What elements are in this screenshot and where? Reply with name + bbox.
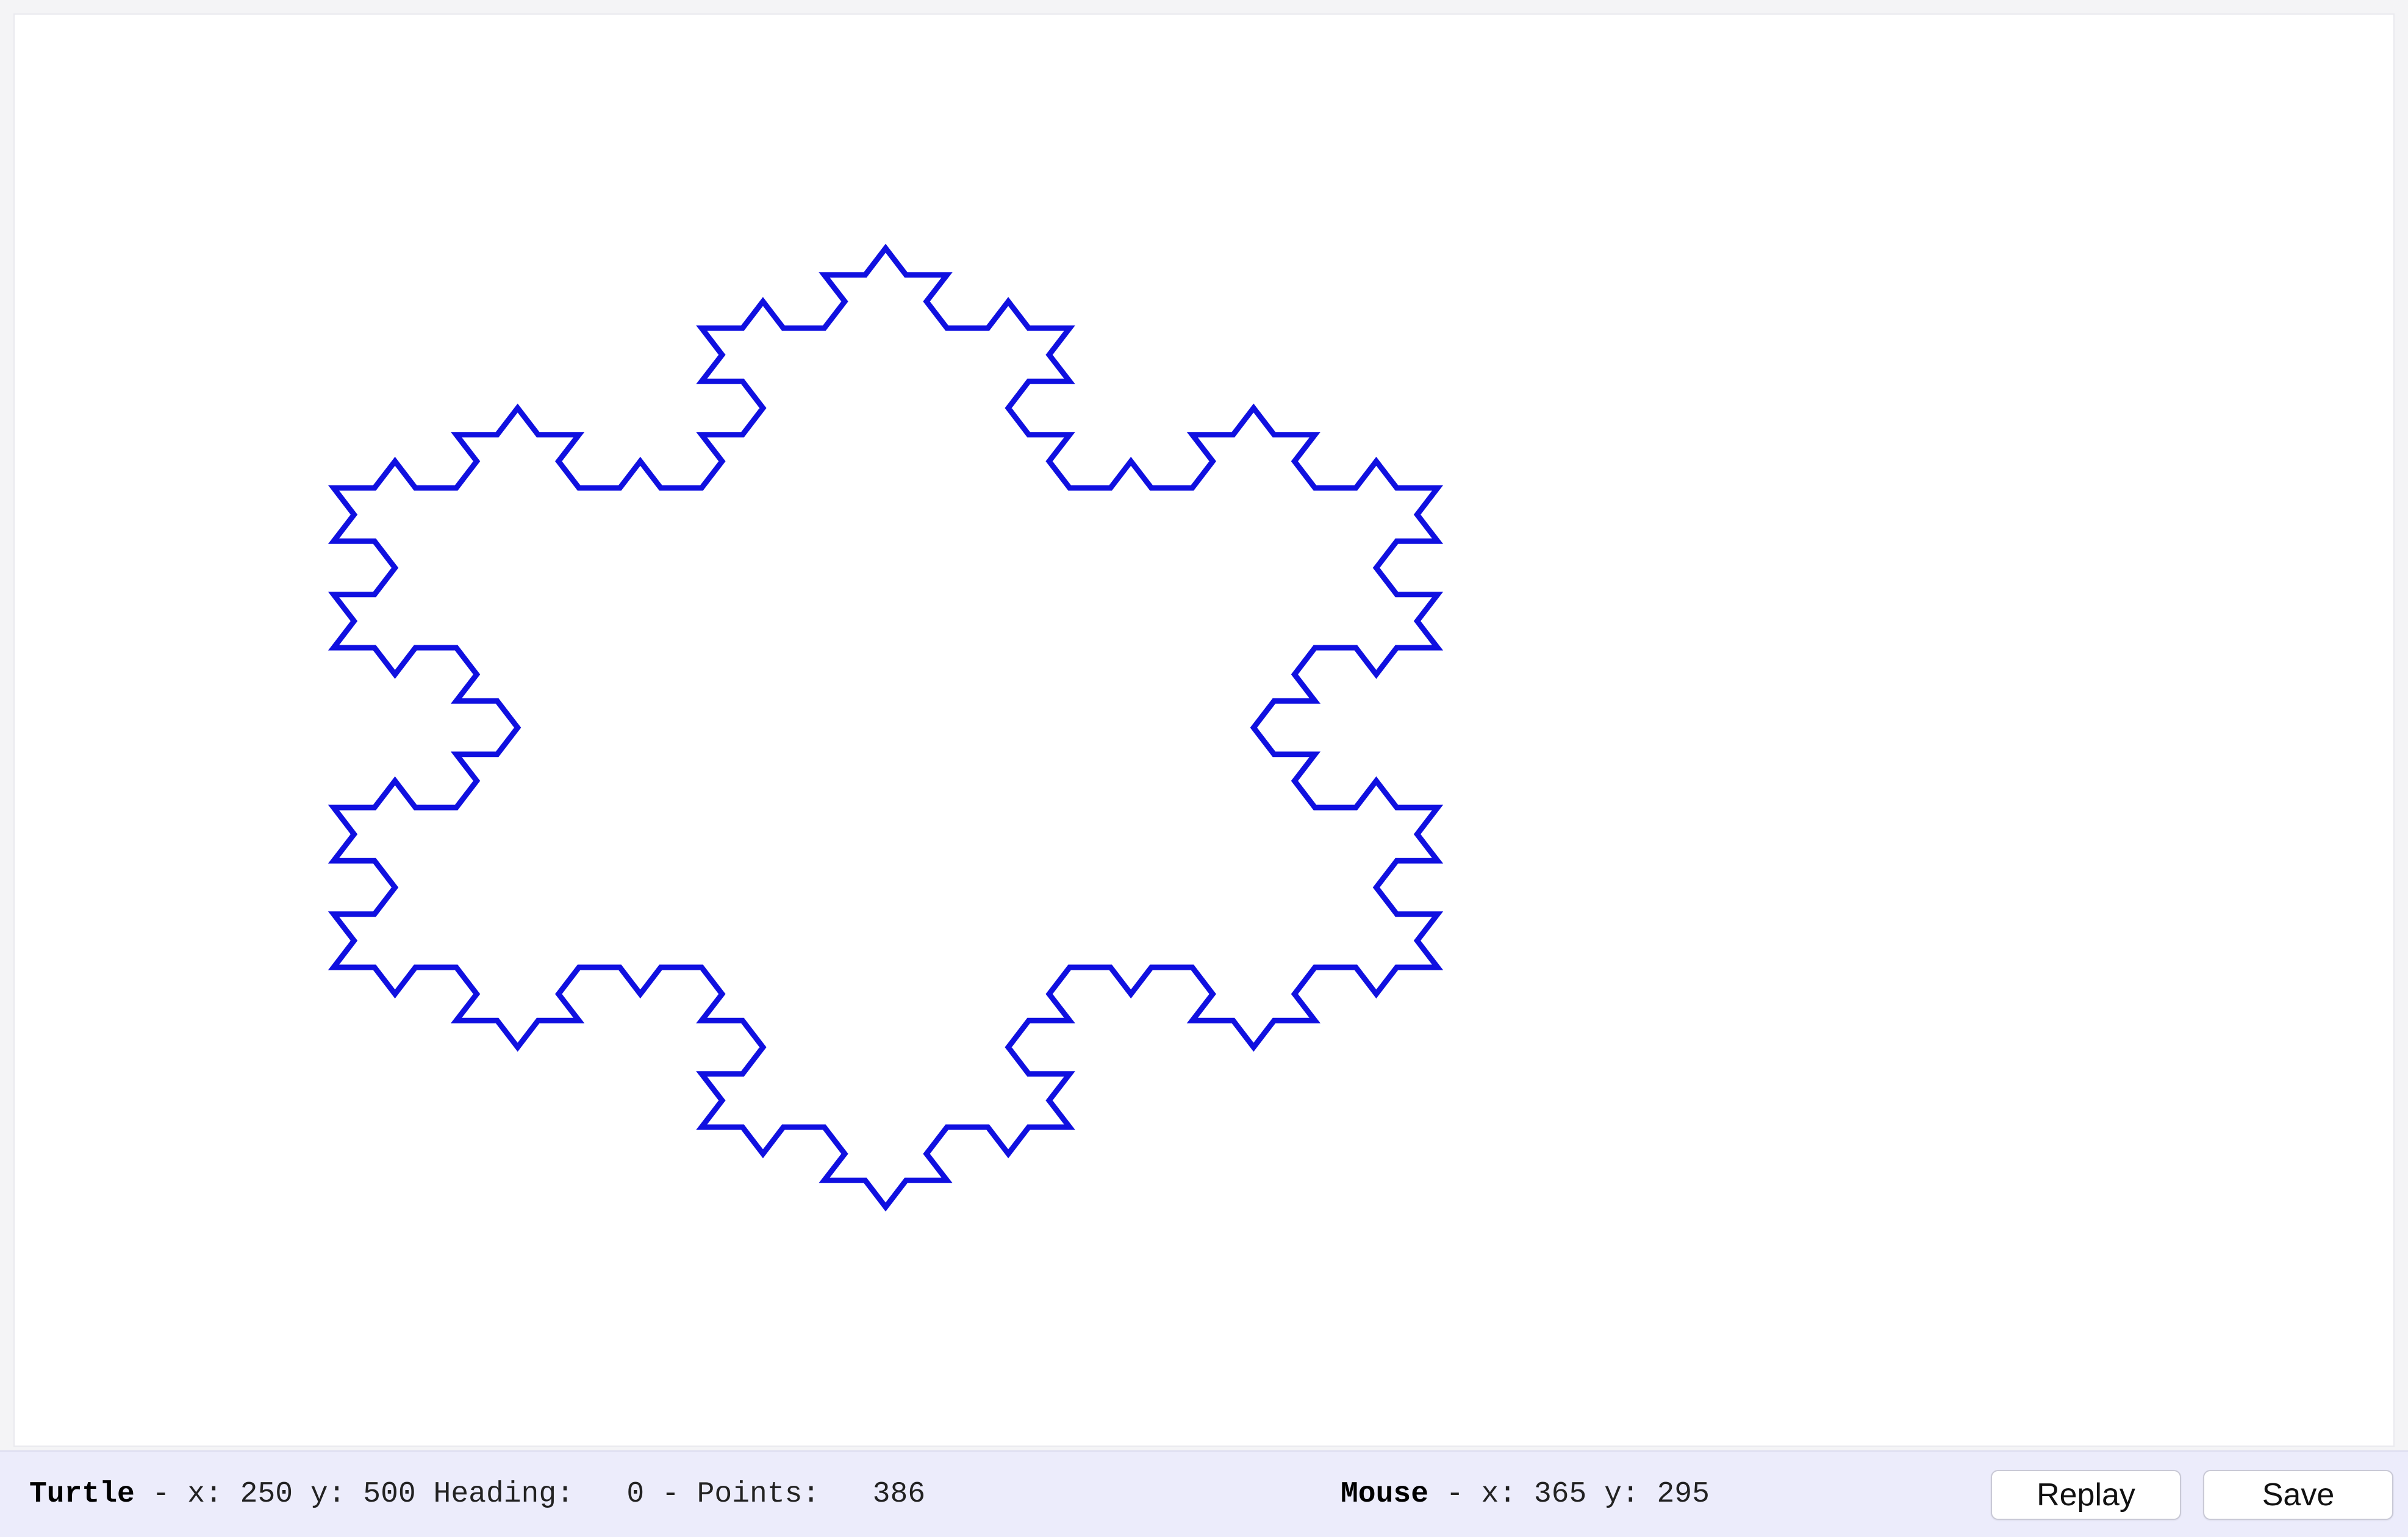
mouse-label: Mouse [1341, 1478, 1429, 1511]
replay-button[interactable]: Replay [1991, 1470, 2181, 1520]
heading-value: 0 [626, 1478, 645, 1511]
save-button[interactable]: Save [2203, 1470, 2393, 1520]
points-value: 386 [872, 1478, 926, 1511]
snowflake-outline [328, 243, 1444, 1212]
mouse-x-value: 365 [1533, 1478, 1587, 1511]
mouse-x-label: - x: [1428, 1478, 1534, 1511]
turtle-status: Turtle - x: 250 y: 500 Heading: 0 - Poin… [29, 1475, 925, 1514]
turtle-x-label: - x: [134, 1478, 240, 1511]
mouse-status: Mouse - x: 365 y: 295 [1341, 1475, 1710, 1514]
drawing-canvas[interactable] [13, 13, 2395, 1447]
turtle-window: Turtle - x: 250 y: 500 Heading: 0 - Poin… [0, 0, 2408, 1537]
turtle-label: Turtle [29, 1478, 135, 1511]
turtle-y-value: 500 [363, 1478, 416, 1511]
koch-snowflake-drawing [328, 243, 1444, 1212]
status-bar: Turtle - x: 250 y: 500 Heading: 0 - Poin… [0, 1450, 2408, 1537]
heading-label: Heading: [415, 1478, 627, 1511]
mouse-y-label: y: [1586, 1478, 1657, 1511]
turtle-y-label: y: [293, 1478, 364, 1511]
mouse-y-value: 295 [1657, 1478, 1710, 1511]
turtle-x-value: 250 [240, 1478, 293, 1511]
points-label: - Points: [644, 1478, 873, 1511]
